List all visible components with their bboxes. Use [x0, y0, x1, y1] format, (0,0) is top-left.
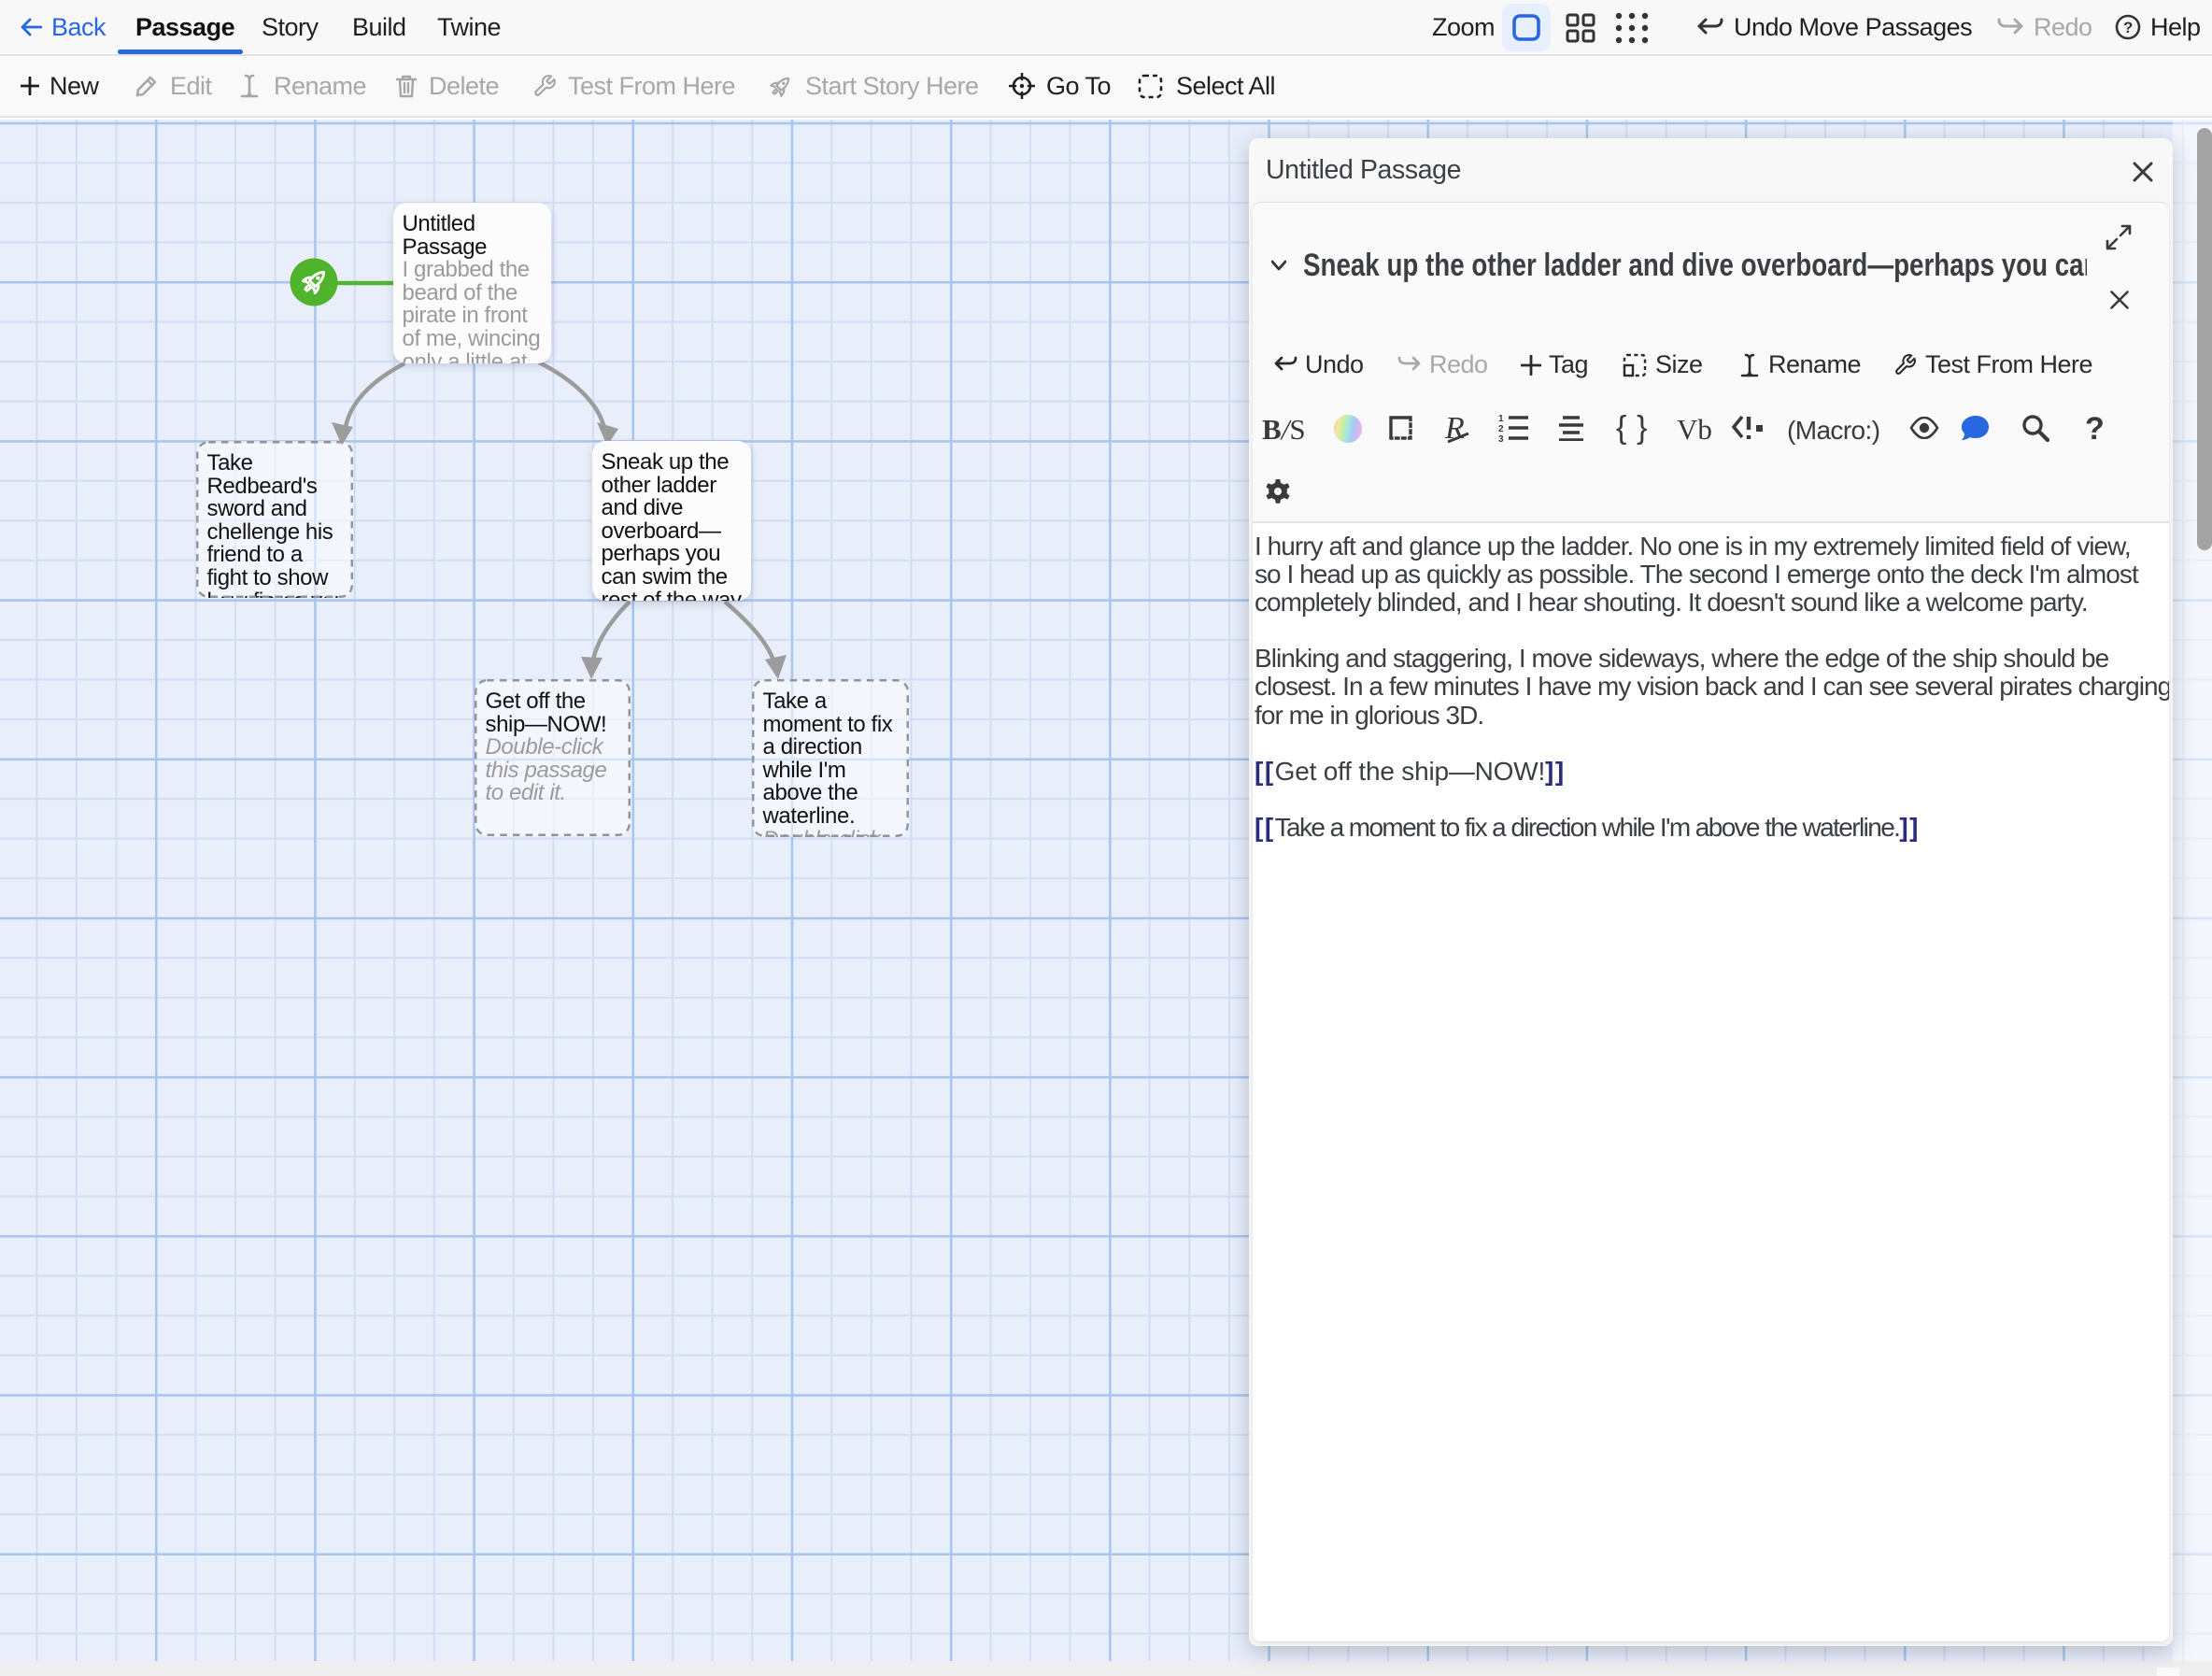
svg-text:?: ?	[2123, 19, 2133, 36]
svg-text:2: 2	[1498, 424, 1504, 434]
svg-text:1: 1	[1498, 414, 1504, 424]
svg-text:3: 3	[1498, 434, 1504, 444]
